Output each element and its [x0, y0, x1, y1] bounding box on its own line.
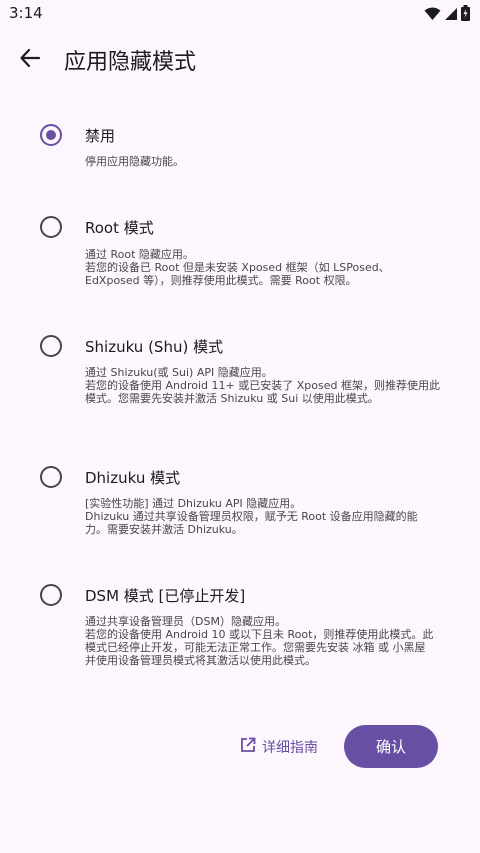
option-title: DSM 模式 [已停止开发]: [85, 587, 246, 605]
option-description: 通过共享设备管理员（DSM）隐藏应用。 若您的设备使用 Android 10 或…: [85, 615, 434, 667]
top-app-bar: 应用隐藏模式: [0, 30, 480, 90]
option-title: Root 模式: [85, 219, 154, 237]
arrow-back-icon: [19, 47, 41, 73]
option-title: Shizuku (Shu) 模式: [85, 338, 224, 356]
option-description: 停用应用隐藏功能。: [85, 155, 184, 168]
page-title: 应用隐藏模式: [64, 50, 197, 75]
option-title: 禁用: [85, 127, 116, 145]
radio-button[interactable]: [40, 335, 62, 357]
radio-button-selected[interactable]: [40, 124, 62, 146]
guide-button[interactable]: 详细指南: [232, 727, 332, 767]
guide-button-label: 详细指南: [262, 740, 318, 756]
wifi-icon: [424, 6, 441, 25]
option-root[interactable]: Root 模式 通过 Root 隐藏应用。 若您的设备已 Root 但是未安装 …: [0, 211, 480, 291]
status-bar: 3:14: [0, 0, 480, 30]
option-shizuku[interactable]: Shizuku (Shu) 模式 通过 Shizuku(或 Sui) API 隐…: [0, 330, 480, 410]
option-description: [实验性功能] 通过 Dhizuku API 隐藏应用。 Dhizuku 通过共…: [85, 497, 418, 536]
open-in-new-icon: [240, 737, 256, 757]
option-dhizuku[interactable]: Dhizuku 模式 [实验性功能] 通过 Dhizuku API 隐藏应用。 …: [0, 461, 480, 541]
battery-icon: [461, 5, 470, 25]
option-description: 通过 Root 隐藏应用。 若您的设备已 Root 但是未安装 Xposed 框…: [85, 248, 390, 287]
confirm-button[interactable]: 确认: [344, 725, 438, 768]
status-icons: [424, 5, 470, 25]
radio-button[interactable]: [40, 216, 62, 238]
option-disabled[interactable]: 禁用 停用应用隐藏功能。: [0, 120, 480, 180]
status-time: 3:14: [9, 4, 43, 22]
confirm-button-label: 确认: [375, 738, 406, 756]
signal-icon: [444, 6, 458, 25]
option-title: Dhizuku 模式: [85, 469, 181, 487]
option-description: 通过 Shizuku(或 Sui) API 隐藏应用。 若您的设备使用 Andr…: [85, 366, 440, 405]
option-dsm[interactable]: DSM 模式 [已停止开发] 通过共享设备管理员（DSM）隐藏应用。 若您的设备…: [0, 579, 480, 674]
radio-button[interactable]: [40, 584, 62, 606]
back-button[interactable]: [12, 42, 48, 78]
radio-button[interactable]: [40, 466, 62, 488]
